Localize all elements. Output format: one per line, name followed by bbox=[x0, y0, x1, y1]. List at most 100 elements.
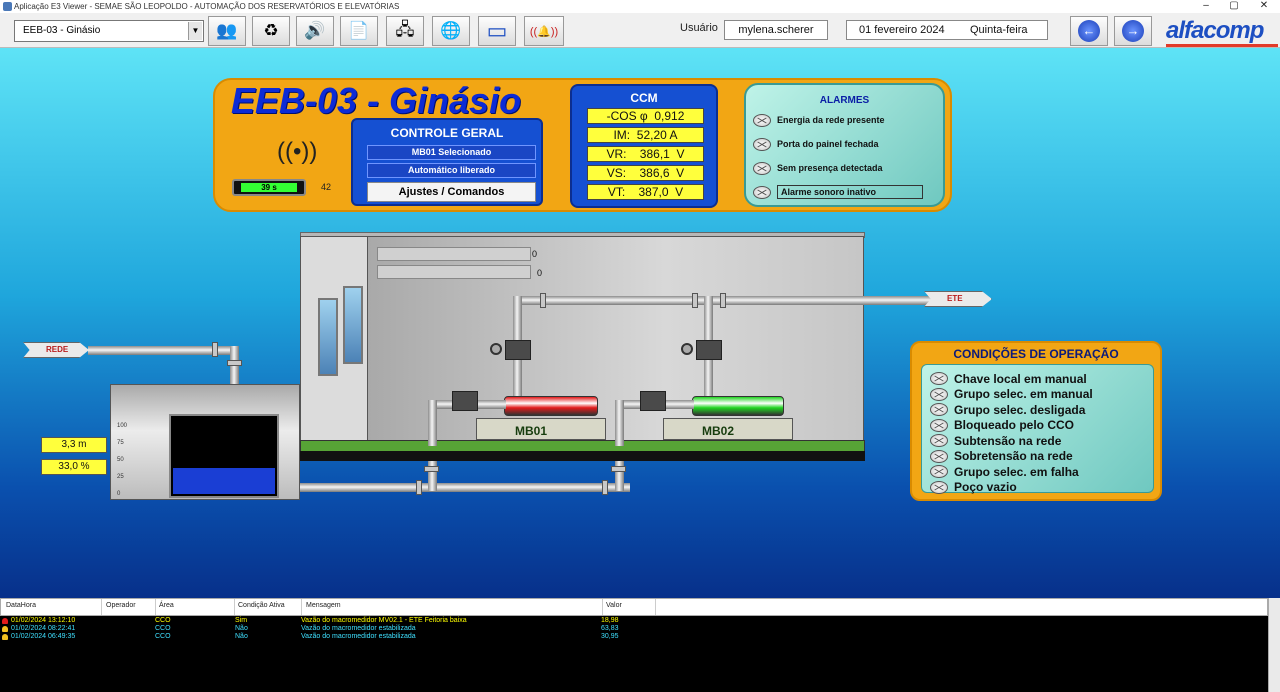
date-value: 01 fevereiro 2024 bbox=[859, 24, 945, 36]
chevron-down-icon[interactable]: ▼ bbox=[188, 22, 202, 40]
condition-item: Grupo selec. em falha bbox=[930, 464, 1079, 479]
tank-level-percent: 33,0 % bbox=[41, 459, 107, 475]
window bbox=[343, 286, 363, 364]
event-cell-condition: Sim bbox=[235, 617, 248, 624]
weekday-value: Quinta-feira bbox=[970, 24, 1028, 36]
app-icon bbox=[3, 2, 12, 11]
monitor-icon: ▭ bbox=[486, 18, 508, 43]
pipe-flange bbox=[720, 293, 726, 308]
controle-geral-item[interactable]: Automático liberado bbox=[367, 163, 536, 178]
condition-item: Grupo selec. desligada bbox=[930, 402, 1085, 417]
column-condicao[interactable]: Condição Ativa bbox=[238, 602, 285, 609]
column-datahora[interactable]: DataHora bbox=[6, 602, 36, 609]
brand-logo: alfacomp bbox=[1166, 17, 1264, 44]
suction-riser-mb01 bbox=[428, 400, 437, 446]
arrow-left-icon: ← bbox=[1078, 20, 1100, 42]
ete-outlet-label: ETE bbox=[924, 291, 992, 307]
suction-header-pipe bbox=[300, 483, 630, 492]
date-field: 01 fevereiro 2024 Quinta-feira bbox=[846, 20, 1048, 40]
radio-status-bar: 39 s bbox=[232, 179, 306, 196]
controle-geral-panel: CONTROLE GERAL MB01 Selecionado Automáti… bbox=[351, 118, 543, 206]
ajustes-comandos-button[interactable]: Ajustes / Comandos bbox=[367, 182, 536, 202]
column-area[interactable]: Área bbox=[159, 602, 174, 609]
radio-timer-value: 39 s bbox=[241, 183, 297, 192]
suction-valve-mb01[interactable] bbox=[452, 391, 478, 411]
screen-select[interactable]: EEB-03 - Ginásio ▼ bbox=[14, 20, 204, 42]
alarm-bell-icon bbox=[2, 626, 8, 632]
alarm-bell-button[interactable]: ((🔔)) bbox=[524, 16, 564, 46]
column-mensagem[interactable]: Mensagem bbox=[306, 602, 341, 609]
pipe-flange bbox=[611, 466, 626, 472]
condicoes-operacao-panel: CONDIÇÕES DE OPERAÇÃO Chave local em man… bbox=[910, 341, 1162, 501]
event-cell-condition: Não bbox=[235, 633, 248, 640]
report-button[interactable]: 📄 bbox=[340, 16, 378, 46]
level-bar-value: 0 bbox=[532, 249, 538, 259]
ccm-title: CCM bbox=[630, 91, 658, 105]
ccm-panel: CCM -COS φ 0,912 IM: 52,20 A VR: 386,1 V… bbox=[570, 84, 718, 208]
suction-valve-mb02[interactable] bbox=[640, 391, 666, 411]
event-row[interactable]: 01/02/2024 06:49:35 CCO Não Vazão do macrom… bbox=[0, 633, 1268, 641]
event-table-header: DataHora Operador Área Condição Ativa Me… bbox=[0, 598, 1268, 616]
level-bar bbox=[377, 265, 531, 279]
event-row[interactable]: 01/02/2024 13:12:10 CCO Sim Vazão do macrom… bbox=[0, 617, 1268, 625]
condition-item: Subtensão na rede bbox=[930, 433, 1061, 448]
suction-riser-mb02 bbox=[615, 400, 624, 446]
condition-item: Bloqueado pelo CCO bbox=[930, 418, 1074, 433]
level-bar-value: 0 bbox=[537, 268, 543, 278]
user-label: Usuário bbox=[680, 22, 718, 34]
condition-item: Chave local em manual bbox=[930, 371, 1087, 386]
event-cell-area: CCO bbox=[155, 633, 171, 640]
report-icon: 📄 bbox=[348, 21, 370, 40]
indicator-off-icon bbox=[930, 449, 948, 463]
valve-handwheel-icon bbox=[681, 343, 693, 355]
alarm-bell-icon bbox=[2, 634, 8, 640]
refresh-button[interactable]: ♻ bbox=[252, 16, 290, 46]
indicator-off-icon bbox=[930, 480, 948, 494]
event-scrollbar[interactable] bbox=[1268, 598, 1280, 692]
arrow-right-icon: → bbox=[1122, 20, 1144, 42]
condition-item: Grupo selec. em manual bbox=[930, 387, 1093, 402]
check-valve-mb02[interactable] bbox=[696, 340, 722, 360]
pump-label-mb02: MB02 bbox=[701, 424, 734, 438]
pump-motor-mb01[interactable] bbox=[504, 396, 598, 416]
level-bar bbox=[377, 247, 531, 261]
maximize-button[interactable]: ▢ bbox=[1224, 0, 1244, 12]
event-cell-condition: Não bbox=[235, 625, 248, 632]
speaker-icon: 🔊 bbox=[304, 21, 326, 40]
minimize-button[interactable]: – bbox=[1196, 0, 1216, 12]
monitor-button[interactable]: ▭ bbox=[478, 16, 516, 46]
indicator-off-icon bbox=[930, 387, 948, 401]
network-icon: 🖧 bbox=[395, 19, 415, 39]
event-row[interactable]: 01/02/2024 08:22:41 CCO Não Vazão do macrom… bbox=[0, 625, 1268, 633]
indicator-off-icon bbox=[753, 137, 771, 151]
tank-level-view bbox=[169, 414, 279, 498]
pump-motor-mb02[interactable] bbox=[692, 396, 784, 416]
check-valve-mb01[interactable] bbox=[505, 340, 531, 360]
rede-inlet-label: REDE bbox=[23, 342, 89, 358]
event-cell-message: Vazão do macromedidor estabilizada bbox=[301, 625, 416, 632]
controle-geral-item[interactable]: MB01 Selecionado bbox=[367, 145, 536, 160]
pipe-flange bbox=[212, 342, 218, 357]
back-button[interactable]: ← bbox=[1070, 16, 1108, 46]
speaker-button[interactable]: 🔊 bbox=[296, 16, 334, 46]
alarm-item: Porta do painel fechada bbox=[753, 136, 879, 152]
globe-button[interactable]: 🌐 bbox=[432, 16, 470, 46]
column-operador[interactable]: Operador bbox=[106, 602, 136, 609]
column-valor[interactable]: Valor bbox=[606, 602, 622, 609]
radio-antenna-icon: ((•)) bbox=[277, 138, 318, 165]
indicator-off-icon bbox=[930, 372, 948, 385]
event-cell-datetime: 01/02/2024 06:49:35 bbox=[11, 633, 76, 640]
station-title: EEB-03 - Ginásio bbox=[231, 80, 522, 121]
globe-icon: 🌐 bbox=[440, 21, 462, 40]
ccm-cos-phi: -COS φ 0,912 bbox=[587, 108, 704, 124]
alarm-bell-icon bbox=[2, 618, 8, 624]
close-button[interactable]: ✕ bbox=[1254, 0, 1274, 12]
alarm-item[interactable]: Alarme sonoro inativo bbox=[753, 184, 923, 200]
event-cell-value: 63,83 bbox=[601, 625, 619, 632]
controle-geral-title: CONTROLE GERAL bbox=[390, 126, 504, 140]
users-button[interactable]: 👥 bbox=[208, 16, 246, 46]
network-button[interactable]: 🖧 bbox=[386, 16, 424, 46]
pump-house-base bbox=[300, 451, 865, 461]
forward-button[interactable]: → bbox=[1114, 16, 1152, 46]
users-icon: 👥 bbox=[216, 21, 238, 40]
